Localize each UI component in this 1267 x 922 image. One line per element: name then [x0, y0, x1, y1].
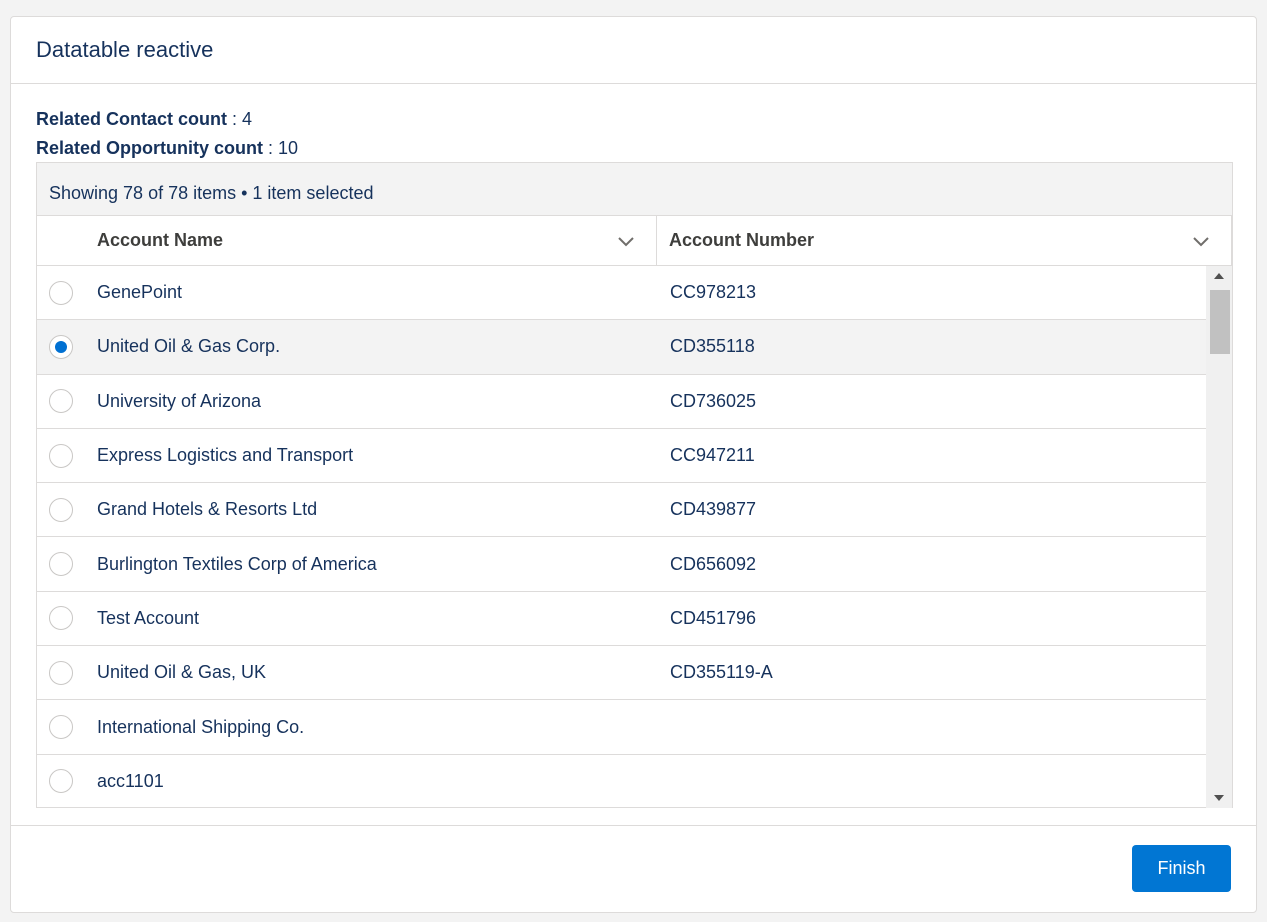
header-select-cell: [37, 216, 85, 265]
finish-button[interactable]: Finish: [1132, 845, 1231, 892]
arrow-down-icon[interactable]: [1206, 788, 1232, 808]
row-select-cell: [37, 497, 85, 522]
row-radio[interactable]: [49, 389, 73, 414]
opportunity-count-value: : 10: [263, 138, 299, 158]
cell-account-number: CD451796: [670, 607, 757, 628]
column-header-label: Account Name: [97, 230, 224, 250]
opportunity-count-line: Related Opportunity count : 10: [36, 134, 298, 163]
cell-account-name: University of Arizona: [97, 390, 262, 411]
row-radio[interactable]: [49, 715, 73, 740]
card-footer: Finish: [11, 825, 1256, 912]
row-select-cell: [37, 334, 85, 359]
cell-account-name: United Oil & Gas Corp.: [97, 336, 281, 357]
cell-account-name: Grand Hotels & Resorts Ltd: [97, 499, 318, 520]
column-header-account-name[interactable]: Account Name: [85, 216, 657, 265]
row-radio[interactable]: [49, 660, 73, 685]
table-info-bar: Showing 78 of 78 items • 1 item selected: [37, 163, 1232, 216]
table-row[interactable]: International Shipping Co.: [37, 700, 1207, 755]
table-row[interactable]: United Oil & Gas, UK CD355119-A: [37, 646, 1207, 701]
cell-account-name: Burlington Textiles Corp of America: [97, 553, 377, 574]
table-header: Account Name Account Number: [37, 216, 1232, 266]
table-row[interactable]: acc1101: [37, 755, 1207, 808]
contact-count-line: Related Contact count : 4: [36, 105, 298, 134]
row-radio[interactable]: [49, 443, 73, 468]
chevron-down-icon[interactable]: [616, 231, 636, 251]
row-radio[interactable]: [49, 769, 73, 794]
opportunity-count-label: Related Opportunity count: [36, 138, 263, 158]
row-select-cell: [37, 606, 85, 631]
column-header-label: Account Number: [669, 230, 815, 250]
row-radio[interactable]: [49, 552, 73, 577]
row-select-cell: [37, 715, 85, 740]
cell-account-number: CD656092: [670, 553, 757, 574]
card-title: Datatable reactive: [36, 37, 214, 62]
cell-account-number: CD439877: [670, 499, 757, 520]
row-select-cell: [37, 443, 85, 468]
cell-account-name: Test Account: [97, 607, 200, 628]
cell-account-name: GenePoint: [97, 282, 183, 303]
table-row[interactable]: University of Arizona CD736025: [37, 375, 1207, 429]
row-radio[interactable]: [49, 497, 73, 522]
table-row[interactable]: Test Account CD451796: [37, 592, 1207, 647]
table-row[interactable]: GenePoint CC978213: [37, 266, 1207, 321]
table-row[interactable]: Express Logistics and Transport CC947211: [37, 429, 1207, 484]
cell-account-number: CD736025: [670, 390, 757, 411]
row-radio[interactable]: [49, 280, 73, 305]
contact-count-label: Related Contact count: [36, 109, 228, 129]
cell-account-number: CC978213: [670, 282, 757, 303]
chevron-down-icon[interactable]: [1191, 231, 1211, 251]
cell-account-name: acc1101: [97, 770, 164, 791]
row-select-cell: [37, 552, 85, 577]
cell-account-number: CD355118: [670, 336, 755, 357]
table-row[interactable]: Grand Hotels & Resorts Ltd CD439877: [37, 483, 1207, 538]
table-row[interactable]: United Oil & Gas Corp. CD355118: [37, 320, 1207, 375]
cell-account-number: CD355119-A: [670, 662, 773, 683]
cell-account-number: CC947211: [670, 445, 755, 466]
row-select-cell: [37, 280, 85, 305]
datatable-card: Datatable reactive Related Contact count…: [10, 16, 1257, 913]
vertical-scrollbar[interactable]: [1206, 266, 1232, 808]
radio-dot: [55, 340, 67, 353]
table-info-text: Showing 78 of 78 items • 1 item selected: [49, 183, 374, 203]
row-select-cell: [37, 769, 85, 794]
scrollbar-thumb[interactable]: [1210, 290, 1230, 354]
summary: Related Contact count : 4 Related Opport…: [36, 105, 298, 163]
table-body: GenePoint CC978213 United Oil & Gas Corp. C…: [37, 266, 1207, 808]
row-select-cell: [37, 660, 85, 685]
card-header: Datatable reactive: [11, 17, 1256, 84]
table-row[interactable]: Burlington Textiles Corp of America CD656…: [37, 537, 1207, 592]
contact-count-value: : 4: [227, 109, 253, 129]
cell-account-name: Express Logistics and Transport: [97, 445, 354, 466]
arrow-up-icon[interactable]: [1206, 266, 1232, 286]
cell-account-name: International Shipping Co.: [97, 716, 305, 737]
row-select-cell: [37, 389, 85, 414]
data-table: Showing 78 of 78 items • 1 item selected…: [36, 162, 1233, 808]
cell-account-name: United Oil & Gas, UK: [97, 662, 267, 683]
column-header-account-number[interactable]: Account Number: [657, 216, 1232, 265]
row-radio[interactable]: [49, 606, 73, 631]
row-radio[interactable]: [49, 334, 73, 359]
